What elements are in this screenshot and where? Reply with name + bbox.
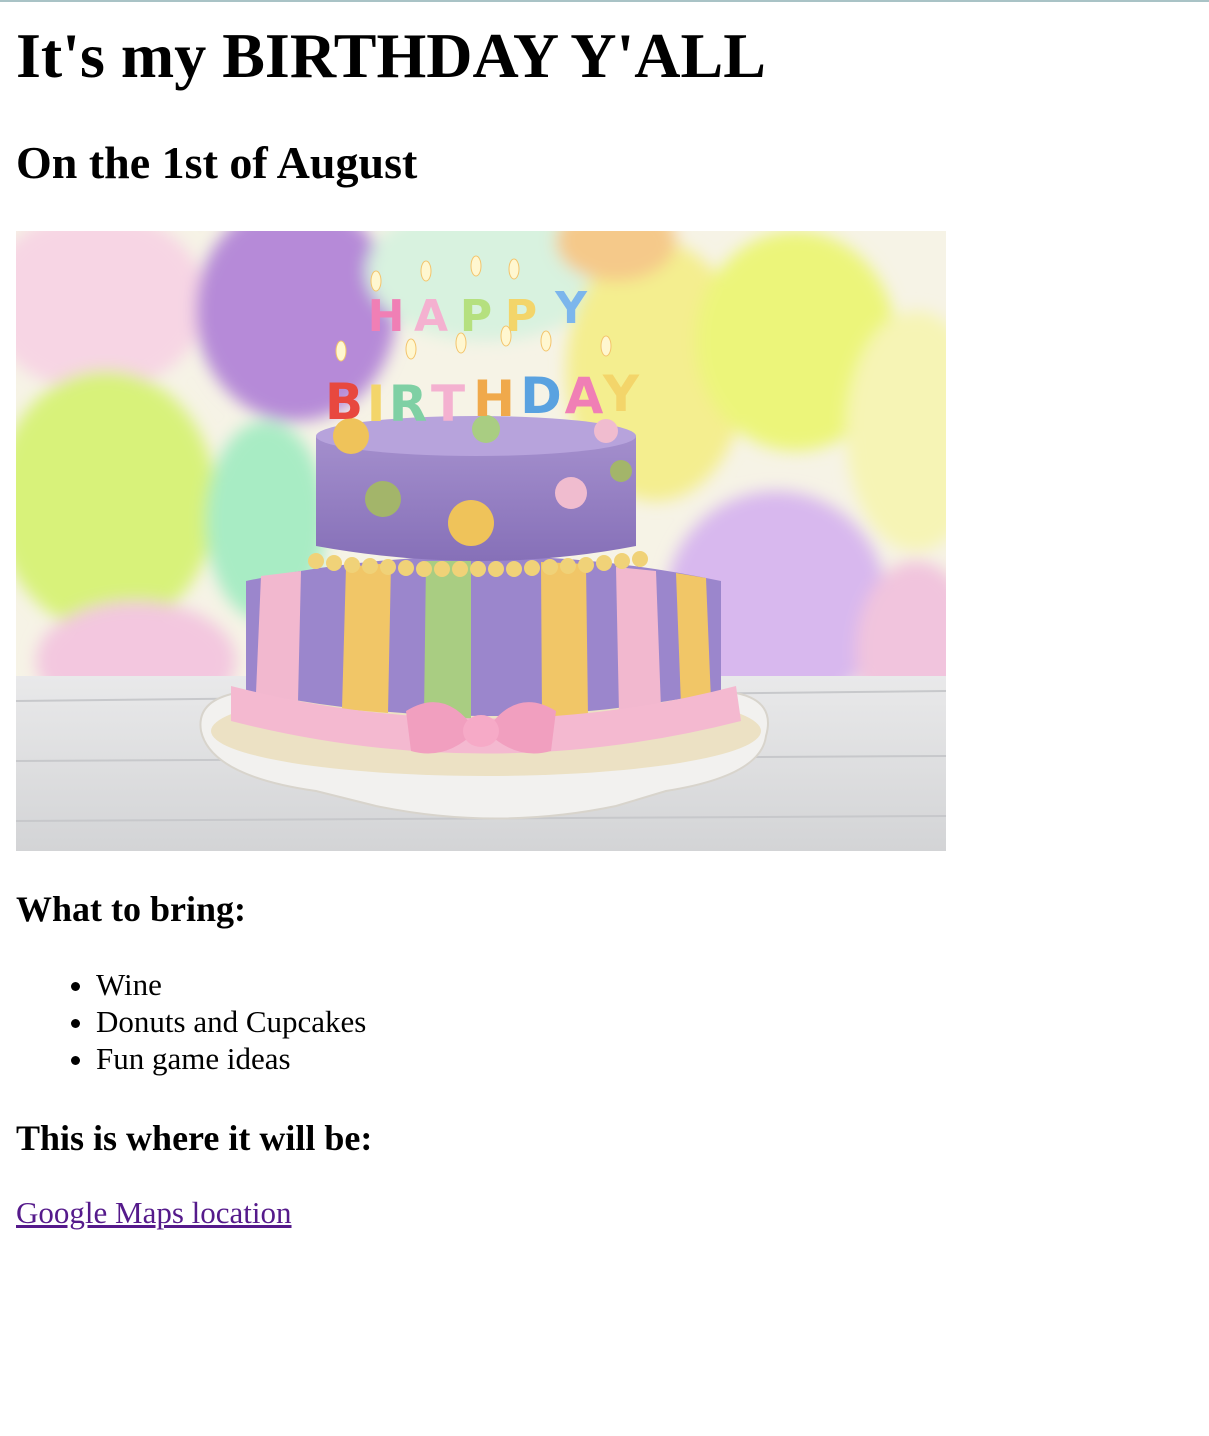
- list-item: Fun game ideas: [96, 1040, 366, 1077]
- svg-text:D: D: [520, 367, 562, 425]
- window-top-border: [0, 0, 1209, 2]
- location-heading: This is where it will be:: [16, 1118, 373, 1158]
- list-item: Donuts and Cupcakes: [96, 1003, 366, 1040]
- svg-text:Y: Y: [602, 365, 640, 423]
- svg-text:A: A: [565, 367, 604, 425]
- svg-text:I: I: [367, 375, 386, 433]
- svg-text:Y: Y: [554, 283, 588, 334]
- svg-text:P: P: [460, 291, 492, 342]
- svg-text:A: A: [414, 291, 448, 342]
- svg-text:H: H: [473, 370, 515, 428]
- svg-text:B: B: [325, 373, 363, 431]
- bring-list: Wine Donuts and Cupcakes Fun game ideas: [16, 966, 366, 1077]
- birthday-cake-image: H A P P Y B I R T H D A Y: [16, 231, 946, 851]
- list-item: Wine: [96, 966, 366, 1003]
- page-subtitle: On the 1st of August: [16, 137, 418, 188]
- page-title: It's my BIRTHDAY Y'ALL: [16, 20, 766, 91]
- google-maps-link[interactable]: Google Maps location: [16, 1194, 292, 1231]
- svg-text:T: T: [431, 375, 465, 433]
- svg-text:R: R: [389, 375, 428, 433]
- svg-text:H: H: [368, 291, 405, 342]
- what-to-bring-heading: What to bring:: [16, 889, 247, 929]
